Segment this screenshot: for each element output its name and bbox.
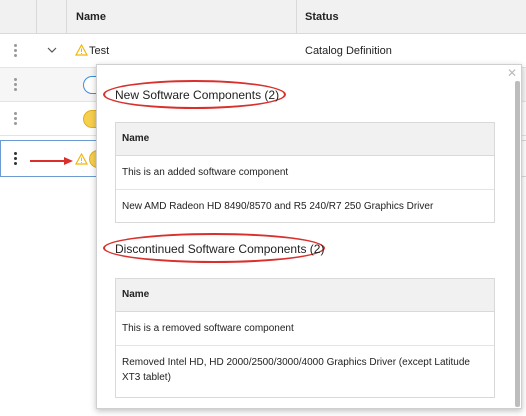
column-header-name[interactable]: Name xyxy=(76,11,106,23)
list-item[interactable]: Removed Intel HD, HD 2000/2500/3000/4000… xyxy=(116,346,494,398)
discontinued-components-table: Name This is a removed software componen… xyxy=(115,278,495,398)
list-item[interactable]: New AMD Radeon HD 8490/8570 and R5 240/R… xyxy=(116,190,494,223)
column-separator xyxy=(296,0,297,34)
software-components-popup: ✕ New Software Components (2) Name This … xyxy=(96,64,522,409)
close-icon[interactable]: ✕ xyxy=(506,67,518,79)
row-actions-icon[interactable] xyxy=(14,152,18,166)
new-components-header[interactable]: Name xyxy=(116,123,494,156)
row-name: Test xyxy=(89,45,110,57)
row-actions-icon[interactable] xyxy=(14,78,18,92)
row-actions-icon[interactable] xyxy=(14,44,18,58)
table-row[interactable]: Test Catalog Definition xyxy=(0,34,526,68)
column-separator xyxy=(66,0,67,34)
warning-icon xyxy=(75,44,88,56)
new-components-table: Name This is an added software component… xyxy=(115,122,495,223)
column-separator xyxy=(36,0,37,34)
row-actions-icon[interactable] xyxy=(14,112,18,126)
chevron-down-icon[interactable] xyxy=(47,46,57,54)
new-components-title: New Software Components (2) xyxy=(115,88,280,102)
warning-icon[interactable] xyxy=(75,153,88,165)
column-header-status[interactable]: Status xyxy=(305,11,339,23)
list-item[interactable]: This is a removed software component xyxy=(116,312,494,346)
discontinued-components-header[interactable]: Name xyxy=(116,279,494,312)
discontinued-components-title: Discontinued Software Components (2) xyxy=(115,242,325,256)
annotation-arrow-icon xyxy=(30,157,73,165)
popup-scrollbar[interactable] xyxy=(515,81,520,407)
list-item[interactable]: This is an added software component xyxy=(116,156,494,190)
grid-header: Name Status xyxy=(0,0,526,34)
row-status: Catalog Definition xyxy=(305,45,392,57)
